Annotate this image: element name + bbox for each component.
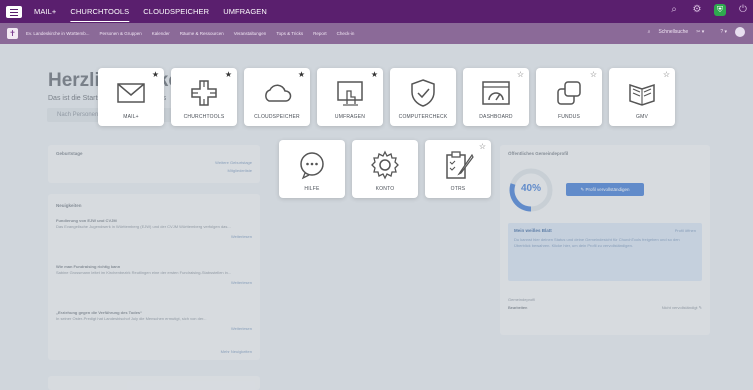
subnav-kalender[interactable]: Kalender [152,31,170,36]
subnav-personen[interactable]: Personen & Gruppen [99,31,141,36]
favorite-star-icon[interactable]: ★ [152,71,159,79]
app-label: HILFE [304,186,320,192]
topnav-churchtools[interactable]: CHURCHTOOLS [70,7,129,16]
favorite-star-icon[interactable]: ★ [371,71,378,79]
app-label: COMPUTERCHECK [398,114,448,120]
help-label: ? [720,29,724,35]
app-label: MAIL+ [123,114,139,120]
subnav-landeskirche[interactable]: Ev. Landeskirche in Württemb... [26,31,89,36]
app-tile-gmv[interactable]: ☆ GMV [609,68,675,126]
sub-bar-right: ⌕ Schnellsuche ✂ ▾ ? ▾ [640,27,745,37]
settings-icon[interactable]: ⚙ [691,4,703,16]
dashboard-icon [482,81,510,105]
favorite-star-icon[interactable]: ★ [298,71,305,79]
subnav-tops[interactable]: Tops & Tricks [276,31,303,36]
churchtools-icon [191,80,217,106]
app-label: OTRS [450,186,466,192]
quick-search-field[interactable]: Schnellsuche [658,29,688,35]
top-right-icons: ⌕ ⚙ ⛨ ⏻ [657,4,749,16]
cloud-icon [265,84,292,102]
subnav-raeume[interactable]: Räume & Ressourcen [180,31,224,36]
subnav-checkin[interactable]: Check-in [337,31,355,36]
shield-check-icon [411,79,435,107]
app-tile-konto[interactable]: KONTO [352,140,418,198]
subnav-veranstaltungen[interactable]: Veranstaltungen [234,31,267,36]
avatar[interactable] [735,27,745,37]
favorite-star-icon[interactable]: ☆ [517,71,524,79]
app-tile-dashboard[interactable]: ☆ DASHBOARD [463,68,529,126]
quick-search-icon[interactable]: ⌕ [648,29,651,35]
app-tile-cloudspeicher[interactable]: ★ CLOUDSPEICHER [244,68,310,126]
church-logo-icon[interactable]: ✝ [7,28,18,39]
app-label: KONTO [375,186,395,192]
app-label: GMV [636,114,648,120]
favorite-star-icon[interactable]: ☆ [663,71,670,79]
app-tile-computercheck[interactable]: COMPUTERCHECK [390,68,456,126]
fundus-icon [557,81,581,105]
top-nav: MAIL+ CHURCHTOOLS CLOUDSPEICHER UMFRAGEN [34,7,281,16]
sub-nav: Ev. Landeskirche in Württemb... Personen… [26,31,364,36]
app-label: CHURCHTOOLS [183,114,225,120]
topnav-mail[interactable]: MAIL+ [34,7,56,16]
favorite-star-icon[interactable]: ☆ [590,71,597,79]
book-icon [629,83,655,106]
gear-icon [371,150,399,180]
topnav-umfragen[interactable]: UMFRAGEN [223,7,267,16]
app-label: UMFRAGEN [334,114,366,120]
app-tile-churchtools[interactable]: ★ CHURCHTOOLS [171,68,237,126]
survey-icon [337,81,363,106]
app-label: FUNDUS [557,114,581,120]
app-tile-mail[interactable]: ★ MAIL+ [98,68,164,126]
logout-icon[interactable]: ⏻ [737,4,749,16]
app-tile-umfragen[interactable]: ★ UMFRAGEN [317,68,383,126]
chat-bubble-icon [300,152,324,180]
help-icon[interactable]: ? ▾ [712,29,727,35]
clipboard-icon [446,151,474,179]
tools-icon[interactable]: ✂ ▾ [696,29,704,35]
app-menu-icon[interactable] [6,5,22,18]
app-tile-hilfe[interactable]: HILFE [279,140,345,198]
app-tile-fundus[interactable]: ☆ FUNDUS [536,68,602,126]
mail-icon [117,83,145,103]
favorite-star-icon[interactable]: ☆ [479,143,486,151]
security-shield-icon[interactable]: ⛨ [714,4,726,16]
app-tile-otrs[interactable]: ☆ OTRS [425,140,491,198]
app-label: CLOUDSPEICHER [254,114,300,120]
topnav-cloudspeicher[interactable]: CLOUDSPEICHER [143,7,209,16]
top-bar: MAIL+ CHURCHTOOLS CLOUDSPEICHER UMFRAGEN… [0,0,753,23]
search-icon[interactable]: ⌕ [668,4,680,16]
favorite-star-icon[interactable]: ★ [225,71,232,79]
subnav-report[interactable]: Report [313,31,327,36]
app-label: DASHBOARD [479,114,513,120]
